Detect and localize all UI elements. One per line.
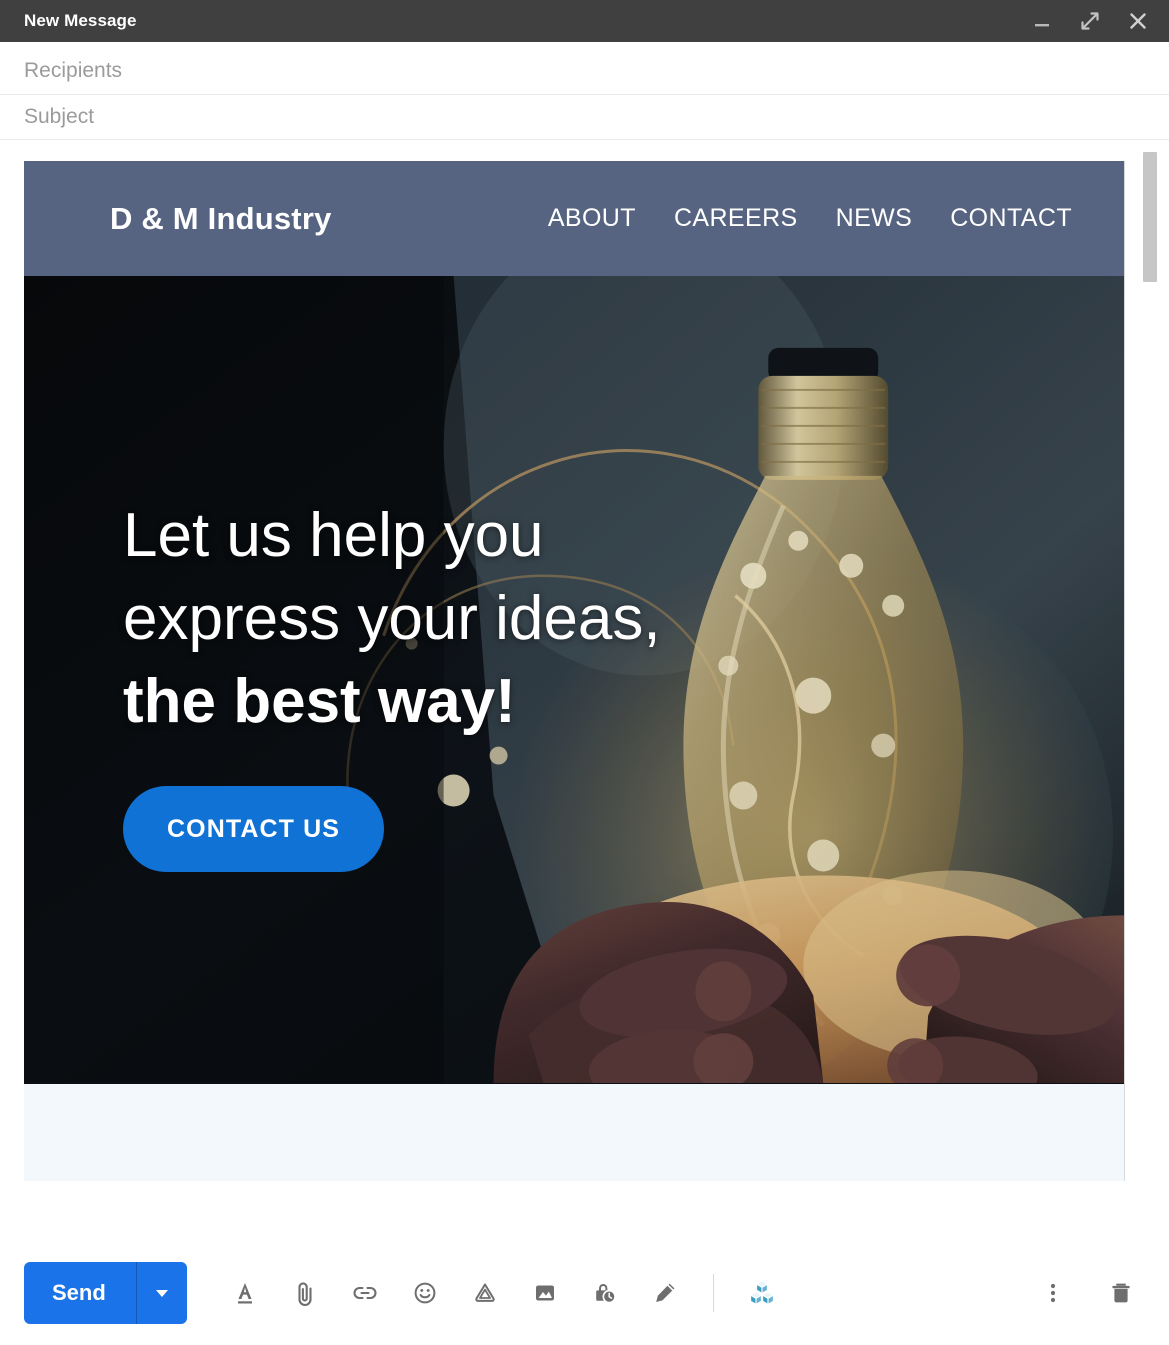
discard-draft-button[interactable] <box>1091 1263 1151 1323</box>
subject-field[interactable]: Subject <box>0 95 1169 140</box>
addon-cubes-button[interactable] <box>732 1263 792 1323</box>
formatting-options-button[interactable] <box>215 1263 275 1323</box>
window-controls <box>1031 10 1155 32</box>
body-scrollbar[interactable] <box>1143 152 1157 1152</box>
recipients-field[interactable]: Recipients <box>0 42 1169 95</box>
link-icon <box>353 1286 377 1299</box>
google-drive-icon <box>475 1283 495 1302</box>
site-link-careers[interactable]: CAREERS <box>674 204 798 233</box>
expand-icon <box>1081 12 1099 30</box>
hero-heading: Let us help you express your ideas, the … <box>123 494 661 743</box>
site-link-news[interactable]: NEWS <box>836 204 913 233</box>
expand-button[interactable] <box>1079 10 1101 32</box>
recipients-placeholder: Recipients <box>24 59 123 82</box>
hero-content: Let us help you express your ideas, the … <box>123 494 661 872</box>
trash-icon <box>1112 1283 1130 1302</box>
emoji-icon <box>414 1282 436 1303</box>
site-logo: D & M Industry <box>110 200 332 236</box>
contact-us-button[interactable]: CONTACT US <box>123 786 385 872</box>
chevron-down-icon <box>155 1289 168 1297</box>
compose-title: New Message <box>24 11 137 30</box>
email-hero: Let us help you express your ideas, the … <box>24 276 1124 1084</box>
insert-signature-button[interactable] <box>635 1263 695 1323</box>
close-button[interactable] <box>1127 10 1149 32</box>
toolbar-tools <box>215 1263 792 1323</box>
hero-heading-line3: the best way! <box>123 667 516 736</box>
more-vert-icon <box>1050 1283 1056 1302</box>
confidential-mode-button[interactable] <box>575 1263 635 1323</box>
send-button[interactable]: Send <box>24 1262 136 1324</box>
subject-placeholder: Subject <box>24 105 95 128</box>
format-text-icon <box>237 1282 252 1303</box>
minimize-icon <box>1035 24 1049 27</box>
email-site-nav: D & M Industry ABOUT CAREERS NEWS CONTAC… <box>24 161 1124 276</box>
send-button-group[interactable]: Send <box>24 1261 187 1324</box>
contact-us-label: CONTACT US <box>167 814 341 843</box>
send-options-button[interactable] <box>137 1262 187 1324</box>
toolbar-right-tools <box>1023 1263 1151 1323</box>
message-body-area[interactable]: D & M Industry ABOUT CAREERS NEWS CONTAC… <box>0 140 1169 1240</box>
close-icon <box>1130 13 1146 29</box>
toolbar-separator <box>712 1273 714 1312</box>
image-icon <box>535 1285 554 1300</box>
site-link-contact[interactable]: CONTACT <box>950 204 1072 233</box>
compose-titlebar: New Message <box>0 0 1169 42</box>
compose-window: New Message Recipients Subject D & M Ind… <box>0 0 1169 1345</box>
pen-icon <box>655 1283 675 1302</box>
more-options-button[interactable] <box>1023 1263 1083 1323</box>
compose-toolbar: Send <box>0 1240 1169 1345</box>
insert-photo-button[interactable] <box>515 1263 575 1323</box>
send-label: Send <box>52 1279 106 1305</box>
hero-heading-line2: express your ideas, <box>123 584 661 653</box>
insert-link-button[interactable] <box>335 1263 395 1323</box>
insert-emoji-button[interactable] <box>395 1263 455 1323</box>
site-link-about[interactable]: ABOUT <box>548 204 636 233</box>
hero-heading-line1: Let us help you <box>123 501 544 570</box>
message-compose-area[interactable] <box>24 1084 1124 1181</box>
attach-files-button[interactable] <box>275 1263 335 1323</box>
email-content[interactable]: D & M Industry ABOUT CAREERS NEWS CONTAC… <box>24 161 1125 1181</box>
body-scrollbar-thumb[interactable] <box>1143 152 1157 282</box>
cubes-icon <box>749 1279 774 1305</box>
insert-drive-file-button[interactable] <box>455 1263 515 1323</box>
paperclip-icon <box>298 1281 312 1306</box>
minimize-button[interactable] <box>1031 10 1053 32</box>
site-nav-links: ABOUT CAREERS NEWS CONTACT <box>548 204 1072 233</box>
lock-clock-icon <box>595 1283 616 1303</box>
